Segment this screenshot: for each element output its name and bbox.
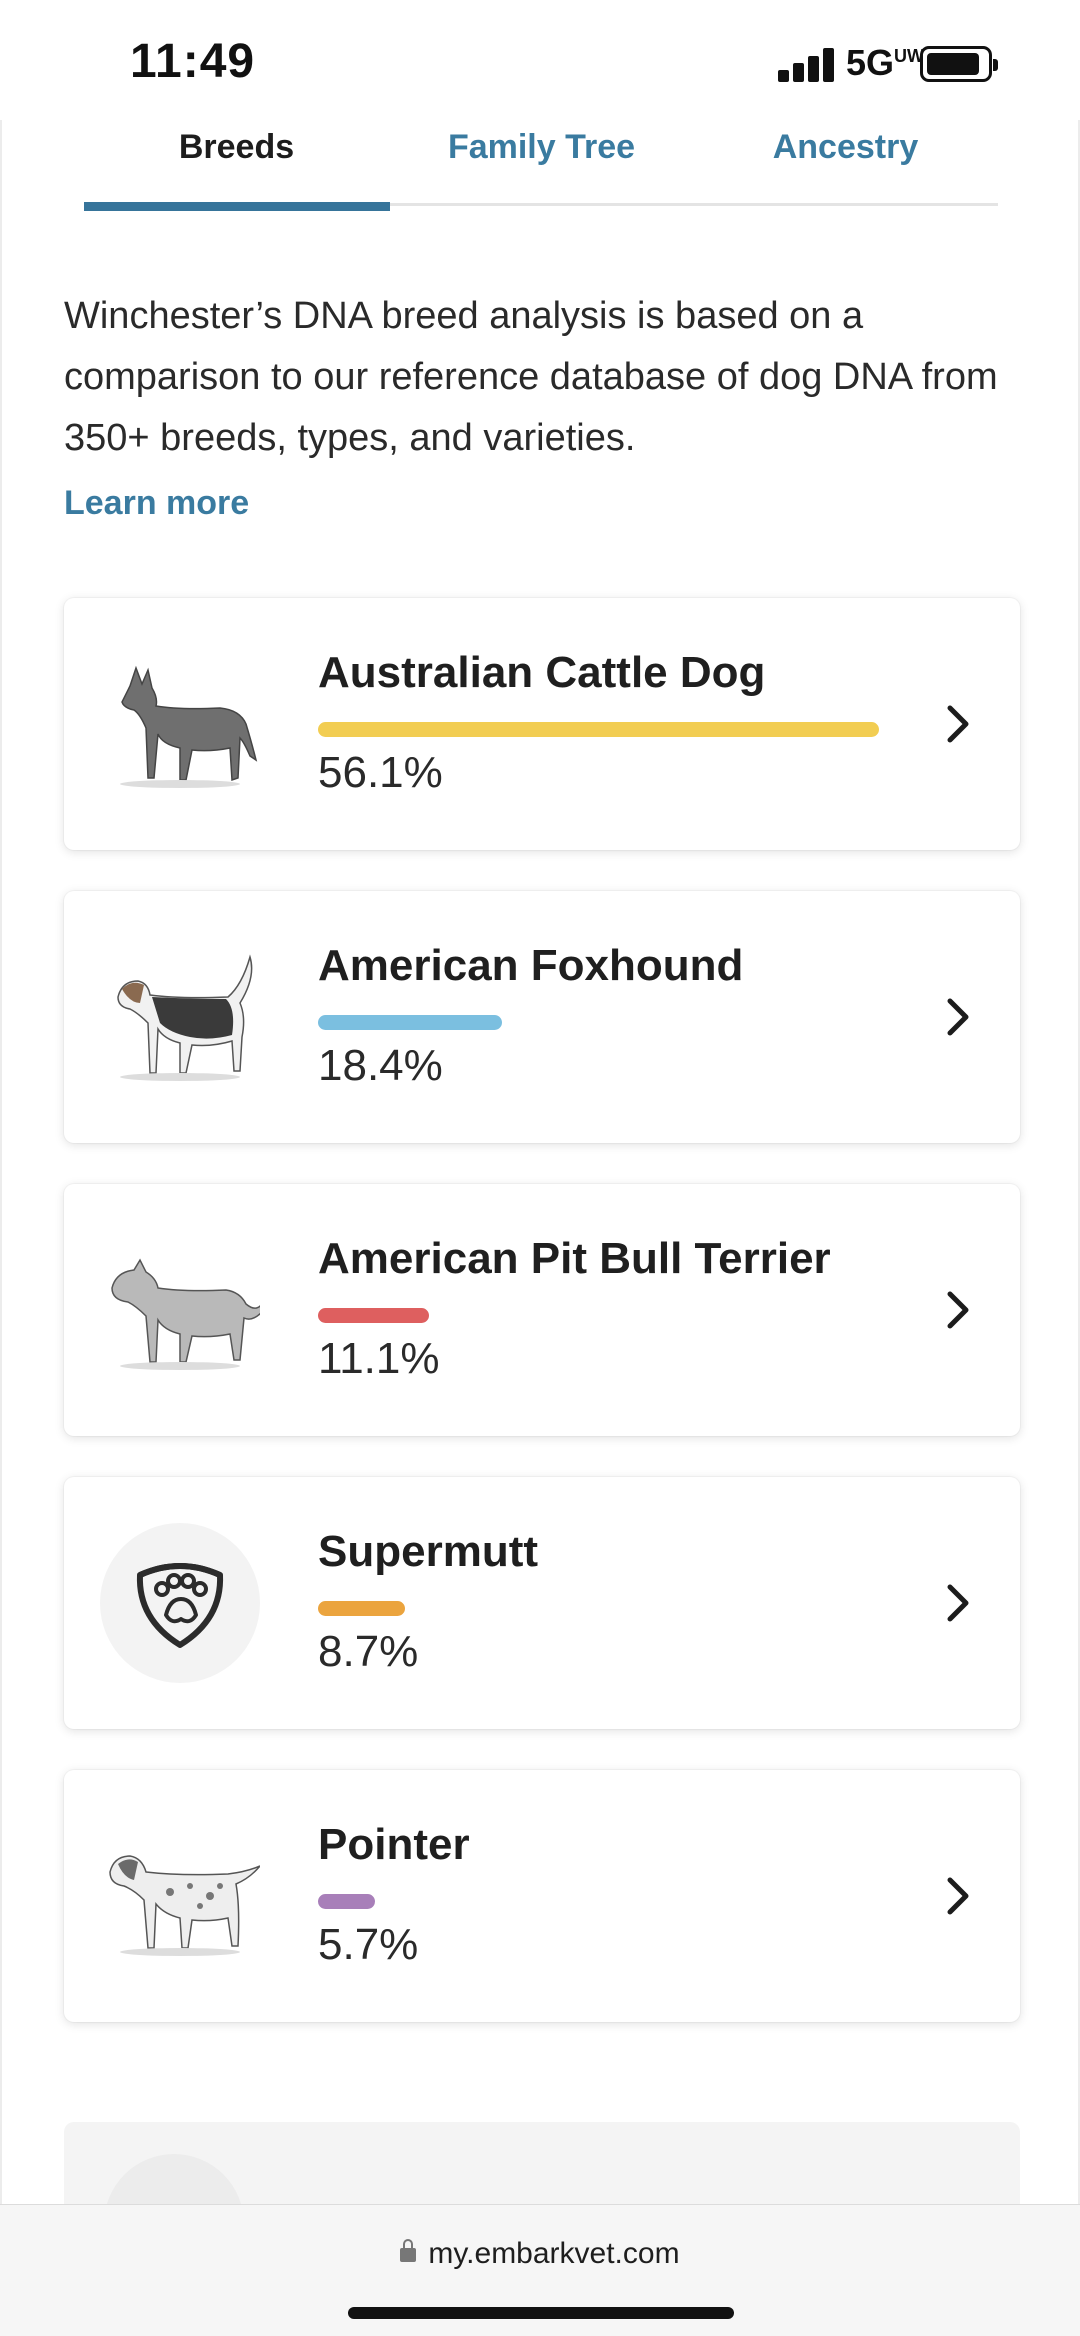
breed-percentage: 11.1% — [318, 1334, 440, 1383]
breed-name: Australian Cattle Dog — [318, 648, 766, 697]
tab-ancestry[interactable]: Ancestry — [693, 128, 998, 167]
url-display[interactable]: my.embarkvet.com — [0, 2237, 1080, 2271]
breed-name: Supermutt — [318, 1527, 538, 1576]
breed-percentage: 56.1% — [318, 748, 443, 797]
breed-name: American Foxhound — [318, 941, 744, 990]
page-content: Breeds Family Tree Ancestry Winchester’s… — [0, 120, 1080, 2242]
breed-name: American Pit Bull Terrier — [318, 1234, 831, 1283]
learn-more-link[interactable]: Learn more — [64, 484, 249, 523]
breed-percentage: 18.4% — [318, 1041, 443, 1090]
home-indicator[interactable] — [348, 2307, 734, 2319]
breed-percentage-bar — [318, 1308, 429, 1323]
breed-card-american-pit-bull-terrier[interactable]: American Pit Bull Terrier 11.1% — [64, 1184, 1020, 1436]
breed-percentage-bar — [318, 722, 879, 737]
active-tab-indicator — [84, 202, 390, 211]
cellular-signal-icon — [778, 46, 838, 82]
breed-card-american-foxhound[interactable]: American Foxhound 18.4% — [64, 891, 1020, 1143]
lock-icon — [400, 2239, 417, 2262]
pointer-illustration — [109, 1855, 260, 1956]
american-pit-bull-terrier-illustration — [111, 1258, 260, 1370]
breed-card-pointer[interactable]: Pointer 5.7% — [64, 1770, 1020, 2022]
chevron-right-icon — [947, 998, 969, 1036]
breed-percentage: 5.7% — [318, 1920, 419, 1969]
chevron-right-icon — [947, 705, 969, 743]
breed-card-supermutt[interactable]: Supermutt 8.7% — [64, 1477, 1020, 1729]
tab-family-tree[interactable]: Family Tree — [389, 128, 694, 167]
breed-card-australian-cattle-dog[interactable]: Australian Cattle Dog 56.1% — [64, 598, 1020, 850]
breed-analysis-description: Winchester’s DNA breed analysis is based… — [64, 295, 998, 459]
breed-percentage: 8.7% — [318, 1627, 419, 1676]
tab-breeds[interactable]: Breeds — [84, 128, 389, 167]
chevron-right-icon — [947, 1877, 969, 1915]
network-type: 5GUW — [846, 42, 925, 83]
url-text: my.embarkvet.com — [428, 2237, 680, 2270]
paw-shield-icon — [100, 1523, 260, 1683]
tab-bar: Breeds Family Tree Ancestry — [84, 120, 998, 211]
status-bar: 11:49 5GUW — [0, 0, 1080, 120]
status-time: 11:49 — [130, 35, 256, 88]
breed-percentage-bar — [318, 1894, 375, 1909]
battery-icon — [920, 46, 998, 82]
breed-name: Pointer — [318, 1820, 470, 1869]
chevron-right-icon — [947, 1291, 969, 1329]
australian-cattle-dog-illustration — [120, 665, 258, 788]
breed-percentage-bar — [318, 1601, 405, 1616]
chevron-right-icon — [947, 1584, 969, 1622]
american-foxhound-illustration — [117, 954, 253, 1081]
breed-percentage-bar — [318, 1015, 502, 1030]
browser-address-bar[interactable]: my.embarkvet.com — [0, 2204, 1080, 2336]
